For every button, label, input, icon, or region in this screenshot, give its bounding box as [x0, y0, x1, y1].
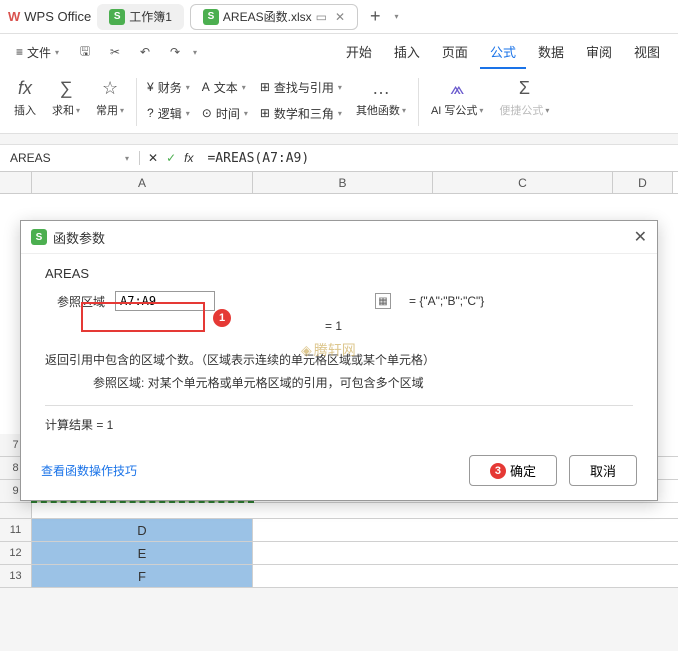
tab-insert[interactable]: 插入: [384, 36, 430, 69]
chevron-down-icon[interactable]: ▾: [125, 154, 129, 163]
file-menu[interactable]: ≡ 文件 ▾: [8, 40, 67, 65]
file-menu-label: 文件: [27, 44, 51, 61]
col-header-A[interactable]: A: [32, 172, 253, 193]
maximize-icon[interactable]: ▭: [316, 10, 327, 24]
row-header[interactable]: 13: [0, 565, 32, 587]
fx-icon: fx: [18, 76, 32, 100]
param-label: 参照区域: [45, 293, 105, 310]
tab-page[interactable]: 页面: [432, 36, 478, 69]
workbook-tab-2[interactable]: S AREAS函数.xlsx ▭ ✕: [190, 4, 358, 30]
range-picker-icon[interactable]: ▦: [375, 293, 391, 309]
new-tab-button[interactable]: +: [364, 6, 387, 27]
ribbon-insert-function[interactable]: fx 插入: [8, 74, 42, 120]
workbook-tab-1[interactable]: S 工作簿1: [97, 4, 184, 30]
menu-bar: ≡ 文件 ▾ 🖫 ✂ ↶ ↷ ▾ 开始 插入 页面 公式 数据 审阅 视图: [0, 34, 678, 70]
ribbon-math[interactable]: ⊞ 数学和三角 ▾: [260, 102, 342, 124]
reference-input[interactable]: [115, 291, 215, 311]
undo-icon[interactable]: ↶: [133, 40, 157, 64]
col-header-C[interactable]: C: [433, 172, 613, 193]
row-header[interactable]: 11: [0, 519, 32, 541]
confirm-edit-icon[interactable]: ✓: [166, 151, 176, 165]
title-bar: W WPS Office S 工作簿1 S AREAS函数.xlsx ▭ ✕ +…: [0, 0, 678, 34]
row-header[interactable]: [0, 503, 32, 518]
ribbon-logic[interactable]: ? 逻辑 ▾: [147, 102, 190, 124]
calc-result: 计算结果 = 1: [45, 405, 633, 433]
ai-icon: ⩕: [450, 76, 464, 100]
ribbon-convenient: Σ 便捷公式▾: [493, 74, 555, 120]
sigma-icon: ∑: [60, 76, 73, 100]
function-arguments-dialog: S 函数参数 ✕ AREAS 参照区域 ▦ = {"A";"B";"C"} = …: [20, 220, 658, 501]
sigma-dots-icon: Σ: [519, 76, 530, 100]
ribbon: fx 插入 ∑ 求和▾ ☆ 常用▾ ¥ 财务 ▾ ? 逻辑 ▾ A 文本 ▾ ⊙…: [0, 70, 678, 134]
annotation-marker-3: 3: [490, 463, 506, 479]
param-evaluated: = {"A";"B";"C"}: [409, 294, 484, 308]
save-icon[interactable]: 🖫: [73, 40, 97, 64]
ribbon-ai[interactable]: ⩕ AI 写公式▾: [425, 74, 489, 120]
ribbon-time[interactable]: ⊙ 时间 ▾: [202, 102, 248, 124]
formula-bar: AREAS ▾ ✕ ✓ fx =AREAS(A7:A9): [0, 144, 678, 172]
tab-start[interactable]: 开始: [336, 36, 382, 69]
cell-A13[interactable]: F: [32, 565, 253, 587]
sheet-icon: S: [109, 9, 125, 25]
ok-button[interactable]: 3 确定: [469, 455, 557, 486]
col-header-D[interactable]: D: [613, 172, 673, 193]
cell-A11[interactable]: D: [32, 519, 253, 541]
col-header-B[interactable]: B: [253, 172, 433, 193]
close-icon[interactable]: ✕: [335, 10, 345, 24]
sheet-icon: S: [203, 9, 219, 25]
tab-label: 工作簿1: [129, 8, 172, 25]
ribbon-finance[interactable]: ¥ 财务 ▾: [147, 76, 190, 98]
more-icon: …: [372, 76, 390, 100]
cancel-edit-icon[interactable]: ✕: [148, 151, 158, 165]
tab-formula[interactable]: 公式: [480, 36, 526, 69]
cancel-button[interactable]: 取消: [569, 455, 637, 486]
watermark: ◈ 腾轩网: [301, 340, 356, 360]
select-all-corner[interactable]: [0, 172, 32, 193]
formula-input[interactable]: =AREAS(A7:A9): [201, 151, 678, 166]
ribbon-lookup[interactable]: ⊞ 查找与引用 ▾: [260, 76, 342, 98]
tab-label: AREAS函数.xlsx: [223, 8, 312, 25]
chevron-down-icon[interactable]: ▾: [193, 48, 197, 57]
name-box-value: AREAS: [10, 151, 51, 165]
row-header[interactable]: 12: [0, 542, 32, 564]
app-name: WPS Office: [24, 9, 91, 24]
fx-icon[interactable]: fx: [184, 151, 193, 165]
ribbon-other[interactable]: … 其他函数▾: [350, 74, 412, 120]
sheet-icon: S: [31, 229, 47, 245]
name-box[interactable]: AREAS ▾: [0, 151, 140, 165]
ribbon-sum[interactable]: ∑ 求和▾: [46, 74, 86, 120]
help-link[interactable]: 查看函数操作技巧: [41, 462, 137, 479]
screenshot-icon[interactable]: ✂: [103, 40, 127, 64]
annotation-marker-1: 1: [213, 309, 231, 327]
ribbon-common[interactable]: ☆ 常用▾: [90, 74, 130, 120]
close-icon[interactable]: ✕: [634, 227, 647, 247]
param-description: 参照区域: 对某个单元格或单元格区域的引用，可包含多个区域: [93, 374, 633, 391]
cell-A12[interactable]: E: [32, 542, 253, 564]
preview-result: = 1: [325, 319, 633, 333]
chevron-down-icon[interactable]: ▾: [395, 12, 399, 21]
tab-data[interactable]: 数据: [528, 36, 574, 69]
ribbon-text[interactable]: A 文本 ▾: [202, 76, 248, 98]
app-logo: W WPS Office: [8, 9, 91, 24]
tab-review[interactable]: 审阅: [576, 36, 622, 69]
ribbon-tabs: 开始 插入 页面 公式 数据 审阅 视图: [336, 36, 670, 69]
dialog-title-text: 函数参数: [53, 228, 105, 247]
star-icon: ☆: [102, 76, 118, 100]
tab-view[interactable]: 视图: [624, 36, 670, 69]
menu-icon: ≡: [16, 45, 23, 59]
function-name: AREAS: [45, 266, 633, 281]
redo-icon[interactable]: ↷: [163, 40, 187, 64]
wps-icon: W: [8, 9, 20, 24]
chevron-down-icon: ▾: [55, 48, 59, 57]
